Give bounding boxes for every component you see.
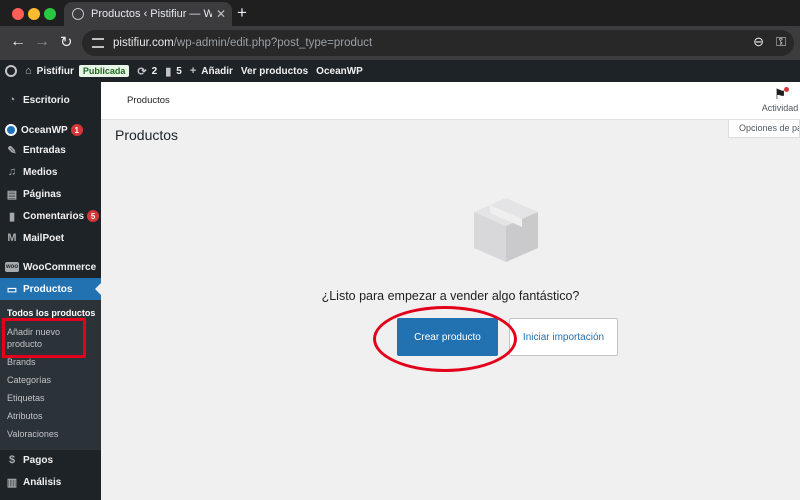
archive-icon: ▭ xyxy=(6,283,18,296)
sidebar-item-label: Entradas xyxy=(23,144,66,156)
activity-dot xyxy=(784,87,789,92)
sidebar-item-label: Pagos xyxy=(23,454,54,466)
screen-options-button[interactable]: Opciones de pantalla xyxy=(728,120,800,138)
sidebar-item-entradas[interactable]: ✎ Entradas xyxy=(0,139,101,161)
pin-icon: ✎ xyxy=(7,144,17,157)
dashboard-icon: ◔ xyxy=(8,94,16,106)
minimize-window-button[interactable] xyxy=(28,8,40,20)
sidebar-item-label: Productos xyxy=(23,283,73,295)
browser-toolbar: ← → ↻ pistifiur.com/wp-admin/edit.php?po… xyxy=(0,26,800,60)
oceanwp-icon xyxy=(5,124,17,136)
status-badge: Publicada xyxy=(78,65,130,77)
sidebar-item-label: OceanWP xyxy=(21,124,68,136)
url-domain: pistifiur.com xyxy=(113,37,174,49)
page-title: Productos xyxy=(115,127,179,143)
submenu-all-products[interactable]: Todos los productos xyxy=(7,308,95,318)
home-icon: ⌂ xyxy=(25,65,32,77)
oceanwp-link[interactable]: OceanWP xyxy=(316,66,363,77)
submenu-attributes[interactable]: Atributos xyxy=(7,411,43,421)
sidebar-item-medios[interactable]: ♫ Medios xyxy=(0,161,101,183)
wordpress-logo-icon[interactable] xyxy=(5,65,17,77)
refresh-icon: ⟳ xyxy=(137,65,147,78)
notification-badge: 1 xyxy=(70,124,83,136)
sidebar-item-analisis[interactable]: ▥ Análisis xyxy=(0,471,101,493)
site-settings-icon[interactable] xyxy=(92,38,104,48)
key-icon[interactable]: ⚿ xyxy=(776,34,786,50)
sidebar-item-escritorio[interactable]: ◔ Escritorio xyxy=(0,89,101,111)
chart-icon: ▥ xyxy=(6,476,18,489)
sidebar-item-label: Comentarios xyxy=(23,210,85,222)
updates-count: 2 xyxy=(151,65,158,77)
notification-badge: 5 xyxy=(87,210,100,222)
address-bar[interactable]: pistifiur.com/wp-admin/edit.php?post_typ… xyxy=(82,30,794,56)
globe-icon xyxy=(72,8,84,20)
comments-link[interactable]: ▮ 5 xyxy=(165,65,182,78)
back-arrow-icon[interactable]: ← xyxy=(10,33,26,51)
zoom-icon[interactable]: ⊖ xyxy=(753,34,764,50)
empty-box-icon xyxy=(474,198,538,262)
submenu-categories[interactable]: Categorías xyxy=(7,375,51,385)
view-products-link[interactable]: Ver productos xyxy=(241,66,308,77)
sidebar-item-pagos[interactable]: $ Pagos xyxy=(0,449,101,471)
wp-admin-bar: ⌂ Pistifiur Publicada ⟳ 2 ▮ 5 + Añadir V… xyxy=(0,60,800,82)
url-path: /wp-admin/edit.php?post_type=product xyxy=(173,37,373,49)
sidebar-item-label: Análisis xyxy=(23,476,62,488)
site-name-link[interactable]: ⌂ Pistifiur Publicada xyxy=(25,65,130,77)
plus-icon: + xyxy=(189,65,197,77)
close-window-button[interactable] xyxy=(12,8,24,20)
new-tab-button[interactable]: + xyxy=(237,3,247,23)
close-tab-icon[interactable]: ✕ xyxy=(216,7,226,21)
start-import-button[interactable]: Iniciar importación xyxy=(509,318,618,356)
flag-icon: ⚑ xyxy=(760,86,800,103)
sidebar-item-woocommerce[interactable]: woo WooCommerce xyxy=(0,256,101,278)
comment-icon: ▮ xyxy=(165,65,172,78)
admin-sidebar: ◔ Escritorio OceanWP 1 ✎ Entradas ♫ Medi… xyxy=(0,82,101,500)
comments-count: 5 xyxy=(176,65,182,77)
sidebar-item-paginas[interactable]: ▤ Páginas xyxy=(0,183,101,205)
browser-tab[interactable]: Productos ‹ Pistifiur — WordPress ✕ xyxy=(64,2,232,26)
site-name-label: Pistifiur xyxy=(36,65,74,77)
add-new-label: Añadir xyxy=(201,65,233,77)
header-title: Productos xyxy=(127,95,170,106)
mailpoet-icon: M xyxy=(7,232,17,244)
comment-icon: ▮ xyxy=(8,210,16,223)
page-icon: ▤ xyxy=(6,188,18,201)
sidebar-item-productos[interactable]: ▭ Productos xyxy=(0,278,101,300)
add-new-link[interactable]: + Añadir xyxy=(190,65,233,77)
woo-icon: woo xyxy=(5,262,19,272)
empty-state-heading: ¿Listo para empezar a vender algo fantás… xyxy=(321,289,580,303)
annotation-rectangle xyxy=(2,318,86,358)
sidebar-item-label: Escritorio xyxy=(23,94,70,106)
submenu-tags[interactable]: Etiquetas xyxy=(7,393,45,403)
activity-label: Actividad xyxy=(761,103,799,113)
activity-button[interactable]: ⚑ Actividad xyxy=(760,86,800,113)
main-content: Productos ⚑ Actividad Opciones de pantal… xyxy=(101,82,800,500)
maximize-window-button[interactable] xyxy=(44,8,56,20)
browser-tab-bar: Productos ‹ Pistifiur — WordPress ✕ + xyxy=(0,0,800,26)
sidebar-item-label: Páginas xyxy=(23,188,62,200)
submenu-brands[interactable]: Brands xyxy=(7,357,36,367)
sidebar-item-mailpoet[interactable]: M MailPoet xyxy=(0,227,101,249)
sidebar-item-label: WooCommerce xyxy=(23,261,97,273)
tab-title: Productos ‹ Pistifiur — WordPress xyxy=(91,8,212,20)
reload-icon[interactable]: ↻ xyxy=(60,33,73,51)
woocommerce-header: Productos ⚑ Actividad xyxy=(101,82,800,120)
annotation-ellipse xyxy=(373,306,517,372)
sidebar-item-label: MailPoet xyxy=(23,232,65,244)
payments-icon: $ xyxy=(8,454,16,466)
sidebar-item-label: Medios xyxy=(23,166,58,178)
sidebar-item-comentarios[interactable]: ▮ Comentarios 5 xyxy=(0,205,101,227)
submenu-reviews[interactable]: Valoraciones xyxy=(7,429,58,439)
media-icon: ♫ xyxy=(7,166,17,178)
forward-arrow-icon[interactable]: → xyxy=(34,33,50,51)
sidebar-item-oceanwp[interactable]: OceanWP 1 xyxy=(0,119,101,141)
updates-link[interactable]: ⟳ 2 xyxy=(137,65,157,78)
